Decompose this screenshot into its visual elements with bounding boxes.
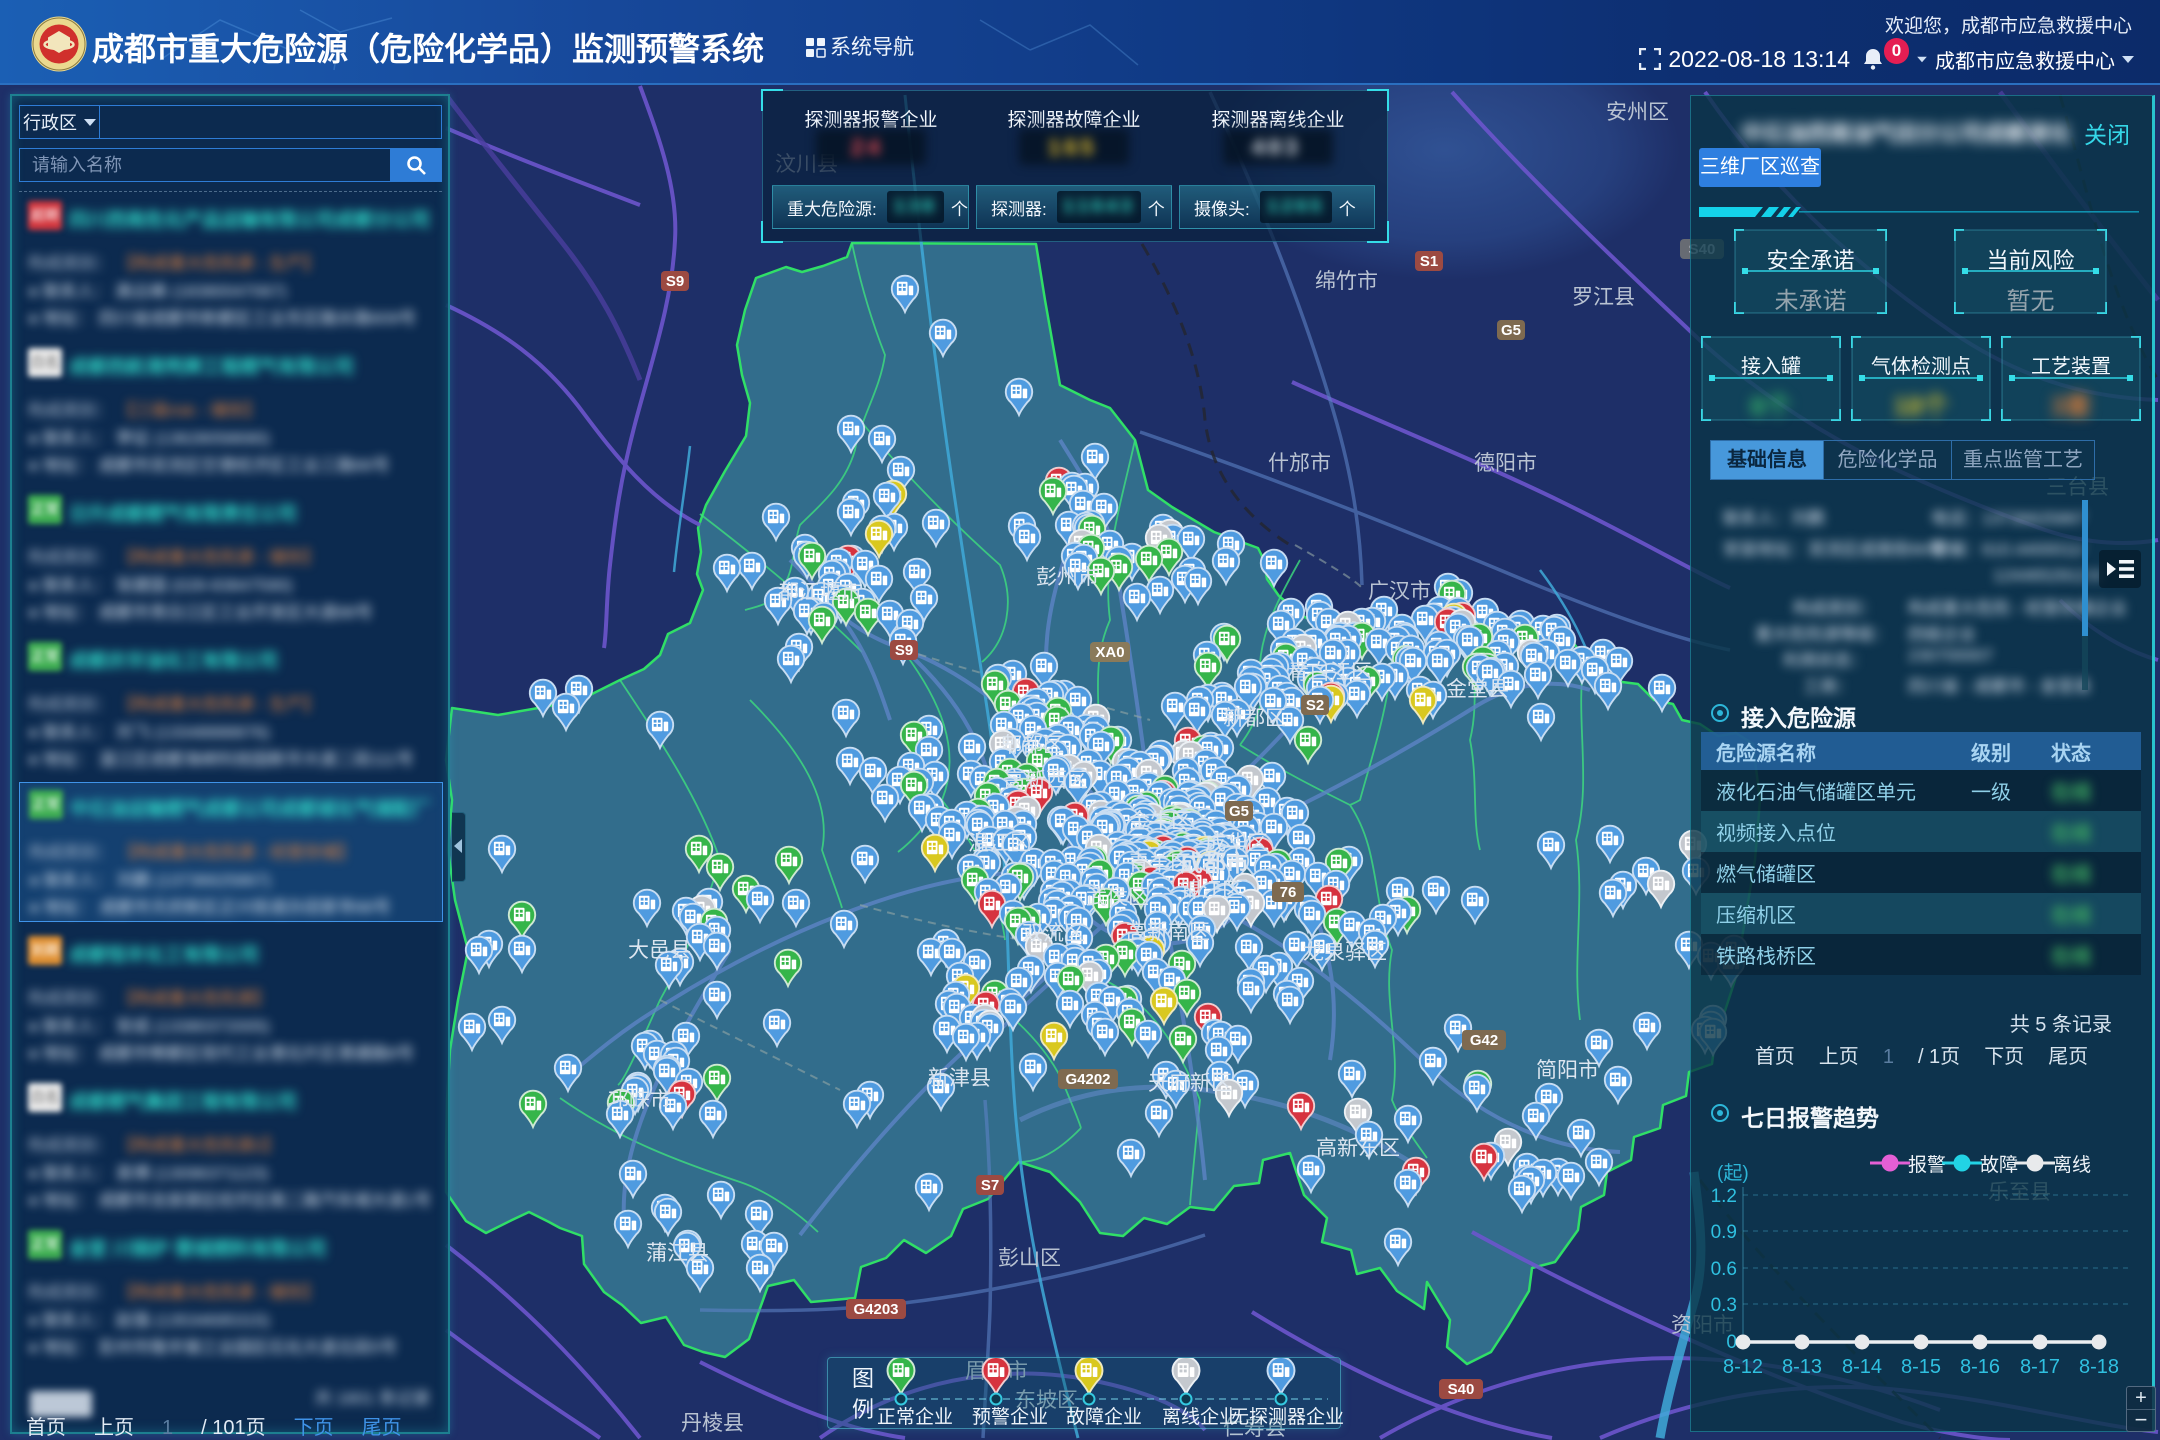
svg-text:邛崃市: 邛崃市 xyxy=(608,1089,671,1112)
svg-text:金堂县: 金堂县 xyxy=(1446,678,1509,701)
svg-text:离线: 离线 xyxy=(2053,1154,2091,1176)
svg-text:0.9: 0.9 xyxy=(1711,1222,1737,1243)
svg-text:武侯区: 武侯区 xyxy=(1086,886,1149,909)
svg-text:高新西区: 高新西区 xyxy=(1004,769,1088,792)
svg-text:S9: S9 xyxy=(666,273,684,290)
svg-text:什邡市: 什邡市 xyxy=(1268,452,1331,475)
svg-text:丹棱县: 丹棱县 xyxy=(681,1412,744,1435)
svg-text:S40: S40 xyxy=(1448,1381,1475,1398)
svg-text:G5: G5 xyxy=(1501,322,1521,339)
svg-text:德阳市: 德阳市 xyxy=(1474,452,1537,475)
svg-text:郫都区: 郫都区 xyxy=(1001,734,1064,757)
svg-text:天府新区: 天府新区 xyxy=(1148,1072,1232,1095)
svg-text:8-14: 8-14 xyxy=(1842,1356,1882,1378)
svg-text:8-13: 8-13 xyxy=(1782,1356,1822,1378)
svg-text:G42: G42 xyxy=(1470,1032,1498,1049)
svg-text:76: 76 xyxy=(1280,884,1297,901)
svg-text:简阳市: 简阳市 xyxy=(1536,1059,1599,1082)
svg-text:广汉市: 广汉市 xyxy=(1368,580,1431,603)
svg-text:(起): (起) xyxy=(1717,1162,1749,1184)
svg-text:蒲江县: 蒲江县 xyxy=(646,1242,709,1265)
svg-text:S2: S2 xyxy=(1306,697,1324,714)
svg-text:0: 0 xyxy=(1726,1332,1737,1353)
svg-text:1.2: 1.2 xyxy=(1711,1186,1737,1207)
svg-text:S9: S9 xyxy=(895,642,913,659)
svg-text:XA0: XA0 xyxy=(1095,644,1124,661)
svg-text:新津县: 新津县 xyxy=(928,1067,991,1090)
svg-text:S1: S1 xyxy=(1420,253,1438,270)
svg-text:新都区: 新都区 xyxy=(1223,707,1286,730)
svg-text:锦江区: 锦江区 xyxy=(1180,879,1243,902)
svg-text:故障: 故障 xyxy=(1980,1154,2018,1176)
svg-text:8-18: 8-18 xyxy=(2079,1356,2119,1378)
svg-text:8-15: 8-15 xyxy=(1901,1356,1941,1378)
svg-text:青白江区: 青白江区 xyxy=(1288,661,1372,684)
svg-text:绵竹市: 绵竹市 xyxy=(1315,270,1378,293)
svg-text:大邑县: 大邑县 xyxy=(628,939,691,962)
svg-text:G5: G5 xyxy=(1229,803,1249,820)
svg-text:高新东区: 高新东区 xyxy=(1316,1137,1400,1160)
svg-text:罗江县: 罗江县 xyxy=(1572,286,1635,309)
svg-text:彭山区: 彭山区 xyxy=(998,1247,1061,1270)
svg-text:金牛区: 金牛区 xyxy=(1129,810,1192,833)
svg-text:8-16: 8-16 xyxy=(1960,1356,2000,1378)
svg-text:8-12: 8-12 xyxy=(1723,1356,1763,1378)
svg-text:0.6: 0.6 xyxy=(1711,1259,1737,1280)
svg-text:彭州市: 彭州市 xyxy=(1036,566,1099,589)
svg-text:报警: 报警 xyxy=(1908,1154,1946,1176)
svg-text:温江区: 温江区 xyxy=(968,832,1031,855)
svg-text:0.3: 0.3 xyxy=(1711,1295,1737,1316)
svg-text:双流区: 双流区 xyxy=(1022,922,1085,945)
svg-text:高新南区: 高新南区 xyxy=(1126,921,1210,944)
svg-text:8-17: 8-17 xyxy=(2020,1356,2060,1378)
svg-text:S7: S7 xyxy=(981,1177,999,1194)
svg-text:安州区: 安州区 xyxy=(1606,101,1669,124)
svg-text:都江堰市: 都江堰市 xyxy=(778,581,862,604)
svg-text:龙泉驿区: 龙泉驿区 xyxy=(1303,941,1387,964)
svg-text:成都市: 成都市 xyxy=(1180,850,1249,876)
svg-text:G4202: G4202 xyxy=(1065,1071,1110,1088)
svg-text:G4203: G4203 xyxy=(853,1301,898,1318)
